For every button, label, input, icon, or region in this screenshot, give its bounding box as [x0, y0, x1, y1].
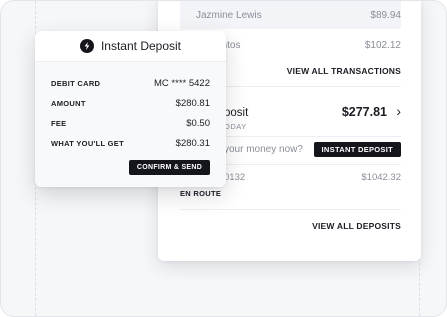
status-badge: EN ROUTE [180, 189, 222, 198]
bolt-icon [79, 39, 94, 53]
deposit-amount: $277.81 [341, 105, 387, 119]
instant-deposit-modal: Instant Deposit DEBIT CARD MC **** 5422 … [35, 31, 226, 187]
transaction-amount: $102.12 [364, 39, 401, 51]
confirm-send-button[interactable]: CONFIRM & SEND [129, 160, 210, 175]
detail-label: WHAT YOU'LL GET [51, 138, 124, 148]
detail-value: $280.31 [175, 137, 210, 149]
detail-value: MC **** 5422 [154, 77, 210, 89]
detail-row-debit-card: DEBIT CARD MC **** 5422 [51, 77, 210, 89]
instant-deposit-button[interactable]: INSTANT DEPOSIT [313, 142, 401, 157]
detail-row-net-amount: WHAT YOU'LL GET $280.31 [51, 137, 210, 149]
detail-label: AMOUNT [51, 98, 86, 108]
deposit-date: ODAY [224, 122, 247, 131]
view-all-deposits-link[interactable]: VIEW ALL DEPOSITS [312, 221, 401, 231]
account-balance: $1042.32 [361, 172, 401, 183]
transaction-row[interactable]: Jazmine Lewis $89.94 [180, 1, 401, 29]
view-all-transactions-link[interactable]: VIEW ALL TRANSACTIONS [287, 66, 401, 76]
detail-row-amount: AMOUNT $280.81 [51, 97, 210, 109]
detail-row-fee: FEE $0.50 [51, 117, 210, 129]
modal-title: Instant Deposit [100, 39, 182, 53]
modal-header: Instant Deposit [35, 31, 226, 62]
detail-label: DEBIT CARD [51, 78, 101, 88]
transaction-amount: $89.94 [370, 9, 401, 21]
deposit-title: posit [224, 107, 249, 119]
detail-value: $280.81 [175, 97, 210, 109]
modal-body: DEBIT CARD MC **** 5422 AMOUNT $280.81 F… [35, 62, 226, 187]
chevron-right-icon[interactable]: › [396, 103, 401, 119]
transaction-name: Jazmine Lewis [196, 9, 262, 21]
divider [180, 209, 401, 210]
detail-label: FEE [51, 118, 67, 128]
detail-value: $0.50 [186, 117, 210, 129]
canvas-frame: Jazmine Lewis $89.94 ny Santos $102.12 V… [0, 0, 447, 317]
instant-deposit-prompt: your money now? [224, 144, 303, 155]
account-number: 0132 [224, 172, 246, 183]
